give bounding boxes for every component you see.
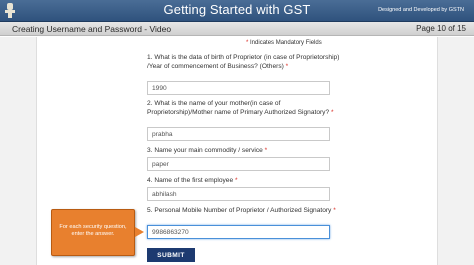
instruction-callout: For each security question, enter the an… — [51, 209, 135, 256]
question-2-text: 2. What is the name of your mother(in ca… — [147, 100, 330, 117]
lesson-title: Creating Username and Password - Video — [12, 24, 172, 34]
lesson-bar: Creating Username and Password - Video P… — [0, 22, 474, 36]
question-5-label: 5. Personal Mobile Number of Proprietor … — [147, 206, 347, 215]
page-indicator: Page 10 of 15 — [416, 24, 466, 33]
required-marker: * — [333, 207, 336, 214]
question-1-label: 1. What is the data of birth of Propriet… — [147, 53, 347, 71]
mandatory-fields-text: Indicates Mandatory Fields — [250, 40, 322, 46]
required-marker: * — [264, 147, 268, 154]
question-4-label: 4. Name of the first employee * — [147, 176, 347, 185]
required-marker: * — [246, 40, 249, 46]
question-3-label: 3. Name your main commodity / service * — [147, 146, 347, 155]
mandatory-fields-note: * Indicates Mandatory Fields — [246, 40, 322, 46]
video-frame: Getting Started with GST Designed and De… — [0, 0, 474, 265]
submit-button[interactable]: SUBMIT — [147, 248, 195, 262]
question-3-text: 3. Name your main commodity / service — [147, 147, 263, 154]
top-banner: Getting Started with GST Designed and De… — [0, 0, 474, 22]
developer-credit: Designed and Developed by GSTN — [378, 7, 464, 13]
question-2-label: 2. What is the name of your mother(in ca… — [147, 99, 347, 117]
question-1-answer-input[interactable] — [147, 81, 330, 95]
callout-arrow — [135, 227, 144, 237]
question-4-answer-input[interactable] — [147, 187, 330, 201]
required-marker: * — [285, 63, 289, 71]
required-marker: * — [234, 177, 238, 184]
question-3-answer-input[interactable] — [147, 157, 330, 171]
question-1-text: 1. What is the data of birth of Propriet… — [147, 54, 340, 71]
question-2-answer-input[interactable] — [147, 127, 330, 141]
question-4-text: 4. Name of the first employee — [147, 177, 234, 184]
mobile-number-input[interactable] — [147, 225, 330, 239]
required-marker: * — [331, 109, 334, 117]
question-5-text: 5. Personal Mobile Number of Proprietor … — [147, 207, 332, 214]
